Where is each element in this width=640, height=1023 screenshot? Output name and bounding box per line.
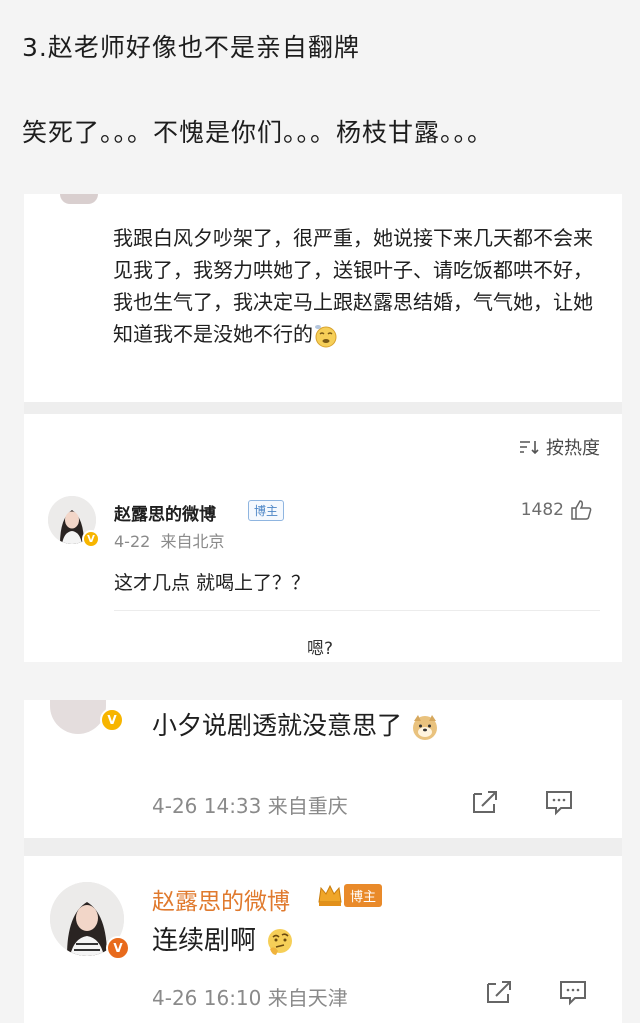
reply-meta: 4-26 16:10 来自天津	[152, 982, 348, 1011]
verified-badge-icon: V	[100, 708, 124, 732]
reply-location: 来自天津	[267, 986, 348, 1010]
sort-icon	[520, 441, 539, 455]
host-crown-tag: 博主	[316, 882, 383, 908]
doge-emoji-icon	[412, 715, 437, 740]
reply-timestamp: 4-26 16:10	[152, 986, 262, 1010]
comment-date: 4-22	[114, 532, 151, 551]
post-text: 我跟白风夕吵架了，很严重，她说接下来几天都不会来见我了，我努力哄她了，送银叶子、…	[113, 222, 599, 350]
comment-location: 来自北京	[160, 532, 225, 551]
comment-text: 这才几点 就喝上了？？	[114, 572, 311, 594]
verified-badge-icon: V	[106, 936, 130, 960]
reply-hint: 嗯?	[306, 639, 334, 659]
dizzy-face-emoji-icon	[315, 324, 337, 347]
reply-timestamp: 4-26 14:33	[152, 794, 262, 818]
reply-meta: 4-26 14:33 来自重庆	[152, 790, 348, 819]
comment-icon[interactable]	[558, 978, 588, 1006]
post-card: 我跟白风夕吵架了，很严重，她说接下来几天都不会来见我了，我努力哄她了，送银叶子、…	[24, 194, 622, 402]
caption-line-1: 3.赵老师好像也不是亲自翻牌	[22, 33, 360, 62]
verified-badge-icon: V	[82, 530, 100, 548]
comment-meta: 4-22 来自北京	[114, 528, 225, 552]
host-tag: 博主	[248, 500, 285, 521]
reply-body: 连续剧啊	[152, 926, 257, 956]
avatar[interactable]	[50, 700, 106, 734]
section-divider	[24, 838, 622, 856]
reply-card: V 小夕说剧透就没意思了 4-26 14:33 来自重庆	[24, 700, 622, 838]
sort-by-hot-button[interactable]: 按热度	[518, 434, 600, 460]
share-icon[interactable]	[470, 788, 500, 816]
comment-section: 按热度 V 赵露思的微博 博主 4-22 来自北京 1482 这才几点 就喝上了…	[24, 414, 622, 662]
comment-icon[interactable]	[544, 788, 574, 816]
share-icon[interactable]	[484, 978, 514, 1006]
post-body: 我跟白风夕吵架了，很严重，她说接下来几天都不会来见我了，我努力哄她了，送银叶子、…	[113, 226, 593, 346]
section-divider	[24, 402, 622, 414]
reply-card: V 赵露思的微博 博主 连续剧啊 4-26 16:10 来自天津	[24, 856, 622, 1023]
reply-text: 小夕说剧透就没意思了	[152, 706, 440, 742]
host-tag: 博主	[344, 883, 383, 907]
caption-line-2: 笑死了。。。不愧是你们。。。杨枝甘露。。。	[22, 118, 494, 147]
reply-body: 小夕说剧透就没意思了	[152, 711, 403, 740]
like-button[interactable]: 1482	[521, 500, 592, 520]
reply-username[interactable]: 赵露思的微博	[152, 882, 290, 916]
thinking-face-emoji-icon	[268, 928, 293, 955]
like-count: 1482	[520, 500, 564, 520]
comment-username[interactable]: 赵露思的微博	[114, 500, 216, 525]
avatar	[60, 194, 98, 204]
thumbs-up-icon	[571, 500, 592, 520]
reply-text: 连续剧啊	[152, 920, 296, 957]
divider	[114, 610, 600, 611]
reply-location: 来自重庆	[267, 794, 348, 818]
crown-icon	[318, 884, 342, 906]
sort-label: 按热度	[546, 438, 600, 459]
